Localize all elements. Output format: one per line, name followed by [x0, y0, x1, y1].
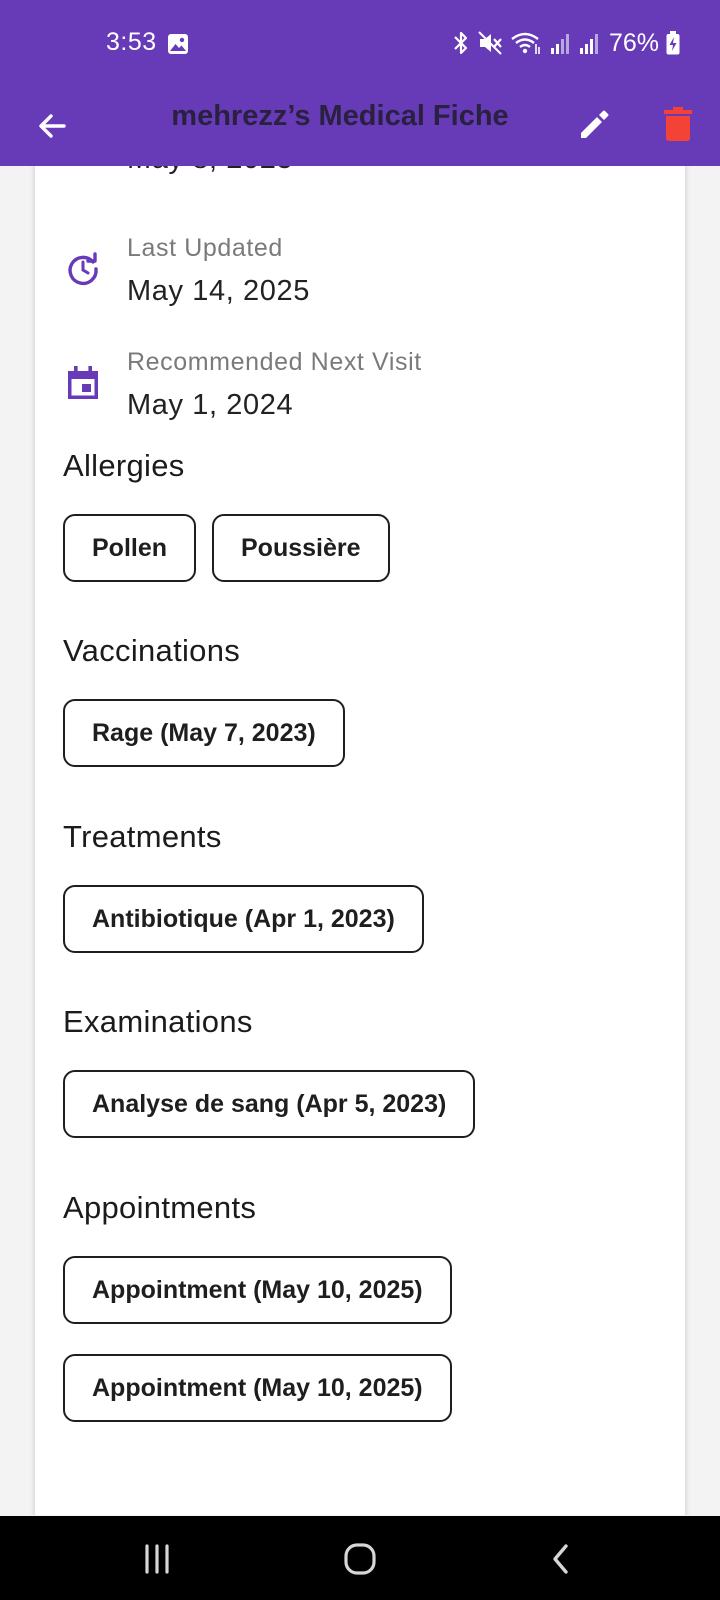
- app-bar: mehrezz’s Medical Fiche: [0, 86, 720, 166]
- nav-back-button[interactable]: [538, 1536, 584, 1582]
- allergy-chip[interactable]: Poussière: [212, 514, 390, 582]
- update-clock-icon: [68, 252, 98, 286]
- home-icon: [344, 1543, 376, 1575]
- treatment-chip[interactable]: Antibiotique (Apr 1, 2023): [63, 885, 424, 953]
- battery-percentage: 76%: [608, 28, 659, 57]
- bluetooth-icon: [454, 31, 468, 55]
- last-updated-value: May 14, 2025: [127, 275, 310, 307]
- treatments-title: Treatments: [63, 819, 222, 854]
- wifi-icon: [511, 32, 540, 54]
- allergy-chip[interactable]: Pollen: [63, 514, 197, 582]
- examinations-title: Examinations: [63, 1004, 253, 1039]
- back-icon: [553, 1544, 568, 1574]
- appointment-chip[interactable]: Appointment (May 10, 2025): [63, 1256, 452, 1324]
- recents-icon: [145, 1544, 169, 1574]
- vaccination-chip[interactable]: Rage (May 7, 2023): [63, 699, 345, 767]
- content-scroll-area[interactable]: May 8, 2025 Last Updated May 14, 2025: [0, 166, 720, 1515]
- medical-fiche-card: May 8, 2025 Last Updated May 14, 2025: [35, 166, 685, 1515]
- examination-chip[interactable]: Analyse de sang (Apr 5, 2023): [63, 1070, 476, 1138]
- appointments-title: Appointments: [63, 1190, 257, 1225]
- next-visit-row: Recommended Next Visit May 1, 2024: [35, 348, 685, 421]
- page-title: mehrezz’s Medical Fiche: [171, 100, 509, 132]
- created-date-value: May 8, 2025: [127, 166, 293, 176]
- back-button[interactable]: [28, 102, 76, 150]
- pencil-icon: [581, 110, 609, 138]
- delete-button[interactable]: [654, 98, 702, 150]
- next-visit-value: May 1, 2024: [127, 389, 294, 421]
- screen: 3:53 76% mehrezz’s Medical Fiche Last Up…: [0, 0, 720, 1600]
- appointment-chip[interactable]: Appointment (May 10, 2025): [63, 1354, 452, 1422]
- battery-charging-icon: [666, 31, 680, 55]
- arrow-back-icon: [39, 114, 66, 138]
- mute-icon: [478, 31, 502, 55]
- signal-icon: [579, 34, 598, 54]
- next-visit-label: Recommended Next Visit: [127, 348, 422, 376]
- system-nav-bar: [0, 1516, 720, 1600]
- vaccinations-title: Vaccinations: [63, 633, 241, 668]
- allergies-title: Allergies: [63, 448, 185, 483]
- status-icons: 76%: [452, 28, 680, 58]
- last-updated-label: Last Updated: [127, 234, 283, 262]
- recents-button[interactable]: [134, 1536, 180, 1582]
- status-bar: 3:53 76%: [0, 0, 720, 86]
- gallery-icon: [168, 34, 188, 54]
- signal-icon: [550, 34, 569, 54]
- trash-icon: [664, 107, 692, 141]
- home-button[interactable]: [337, 1536, 383, 1582]
- calendar-icon: [68, 366, 98, 399]
- status-time: 3:53: [106, 28, 157, 56]
- last-updated-row: Last Updated May 14, 2025: [35, 234, 685, 307]
- edit-button[interactable]: [570, 100, 618, 148]
